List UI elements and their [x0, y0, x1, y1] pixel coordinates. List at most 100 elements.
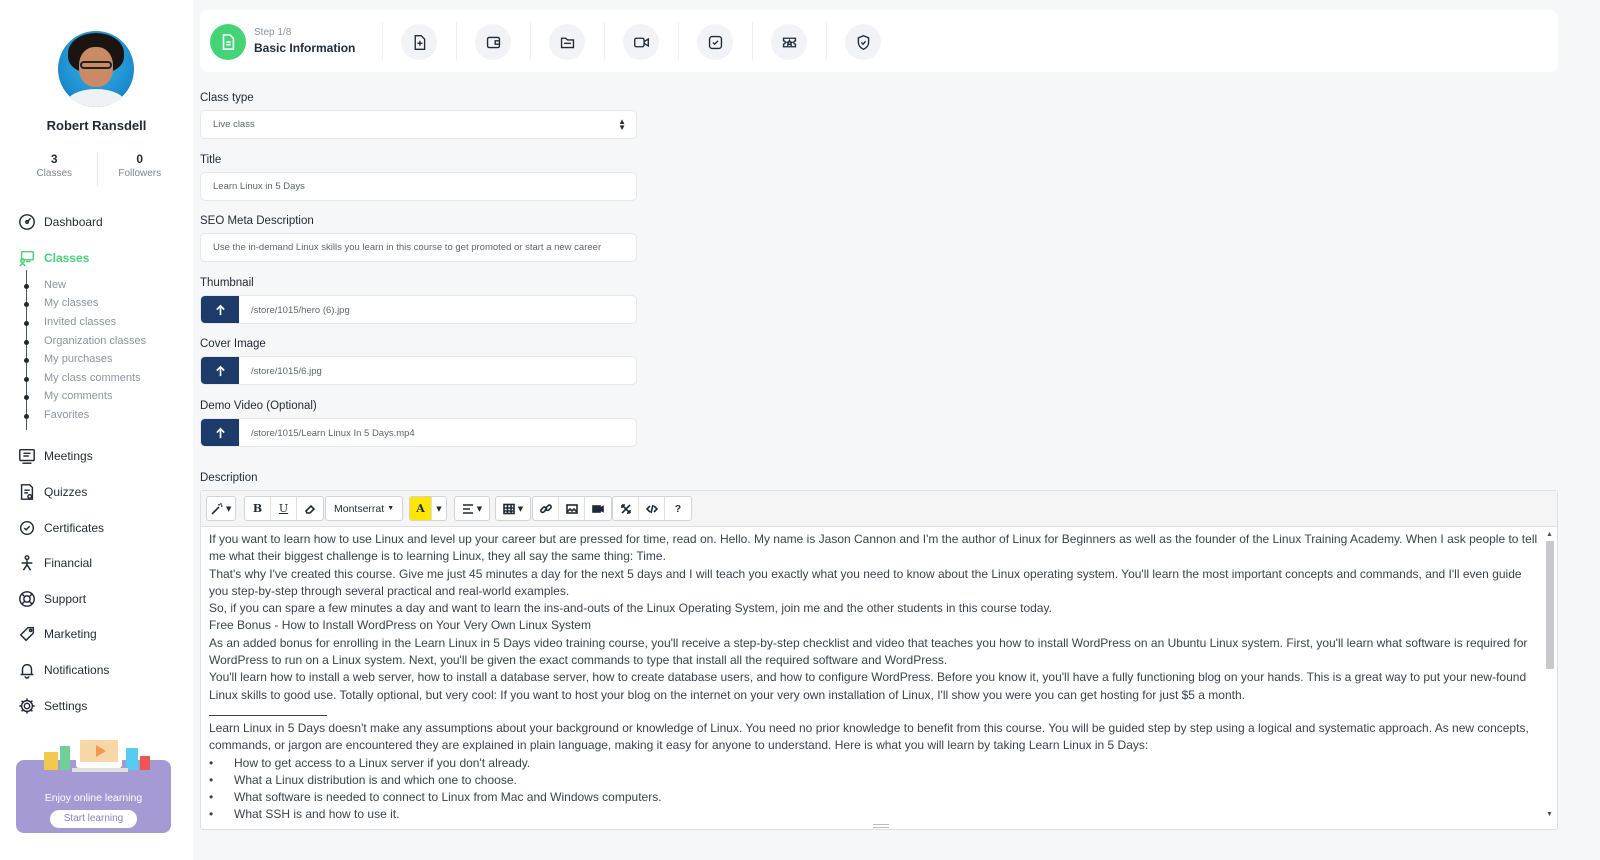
- certificates-icon: [19, 520, 35, 536]
- title-input[interactable]: Learn Linux in 5 Days: [200, 172, 637, 201]
- step-5[interactable]: [623, 24, 659, 60]
- subnav-item-my-purchases[interactable]: My purchases: [44, 353, 112, 369]
- demo-video-input[interactable]: /store/1015/Learn Linux In 5 Days.mp4: [200, 418, 637, 447]
- learning-illustration: [44, 736, 150, 772]
- cover-value: /store/1015/6.jpg: [251, 366, 322, 377]
- video-button[interactable]: [585, 497, 611, 520]
- underline-button[interactable]: U: [271, 497, 297, 520]
- scroll-thumb[interactable]: [1546, 541, 1554, 669]
- sidebar-item-financial[interactable]: Financial: [18, 552, 92, 574]
- meetings-icon: [19, 448, 35, 464]
- sidebar-item-label: Certificates: [44, 521, 105, 535]
- description-paragraph: Learn Linux in 5 Days doesn't make any a…: [209, 720, 1529, 753]
- magic-style-button[interactable]: ▼: [207, 497, 235, 520]
- sidebar-item-label: Settings: [44, 699, 88, 713]
- table-button[interactable]: ▼: [496, 497, 530, 520]
- sidebar-item-classes[interactable]: Classes: [18, 247, 89, 269]
- subnav-item-my-comments[interactable]: My comments: [44, 390, 112, 406]
- sidebar-item-settings[interactable]: Settings: [18, 695, 87, 717]
- thumbnail-label: Thumbnail: [200, 277, 254, 289]
- document-icon: [222, 33, 235, 51]
- subnav-item-organization-classes[interactable]: Organization classes: [44, 335, 146, 351]
- classes-count: 3: [50, 152, 58, 166]
- sidebar-item-label: Classes: [44, 251, 90, 265]
- arrow-up-icon: [215, 365, 225, 377]
- sidebar-item-marketing[interactable]: Marketing: [18, 623, 97, 645]
- step-8[interactable]: [845, 24, 881, 60]
- sidebar-item-label: Support: [44, 592, 87, 606]
- step-counter: Step 1/8: [254, 27, 292, 38]
- description-bullet: • What SSH is and how to use it.: [209, 806, 1539, 821]
- seo-value: Use the in-demand Linux skills you learn…: [213, 242, 602, 253]
- description-bullet: • What software is needed to connect to L…: [209, 789, 1539, 806]
- bullet-marker: •: [209, 807, 214, 821]
- step-4[interactable]: [549, 24, 585, 60]
- classes-stat: 3 Classes: [12, 152, 97, 186]
- bullet-text: What software is needed to connect to Li…: [234, 790, 662, 805]
- sidebar-item-quizzes[interactable]: Quizzes: [18, 481, 87, 503]
- description-bullet: • How to get access to a Linux server if …: [209, 755, 1539, 772]
- sidebar-item-certificates[interactable]: Certificates: [18, 517, 104, 539]
- step-basic-information[interactable]: [210, 24, 246, 60]
- step-7[interactable]: [771, 24, 807, 60]
- thumbnail-value: /store/1015/hero (6).jpg: [251, 305, 350, 316]
- thumbnail-upload-button[interactable]: [201, 296, 239, 323]
- video-value: /store/1015/Learn Linux In 5 Days.mp4: [251, 428, 415, 439]
- marketing-icon: [19, 626, 35, 642]
- step-2[interactable]: [401, 24, 437, 60]
- step-3[interactable]: [475, 24, 511, 60]
- class-type-select[interactable]: Live class ▲ ▼: [200, 110, 637, 139]
- step-6[interactable]: [697, 24, 733, 60]
- sidebar-item-label: Notifications: [44, 663, 110, 677]
- sidebar-item-dashboard[interactable]: Dashboard: [18, 211, 103, 233]
- support-icon: [19, 591, 35, 607]
- bell-icon: [19, 663, 35, 679]
- editor-resize-handle[interactable]: [873, 824, 889, 828]
- clear-format-button[interactable]: [297, 497, 323, 520]
- cover-image-input[interactable]: /store/1015/6.jpg: [200, 356, 637, 385]
- sidebar-item-label: Meetings: [44, 449, 93, 463]
- sidebar-item-support[interactable]: Support: [18, 588, 86, 610]
- link-button[interactable]: [533, 497, 559, 520]
- scroll-down-icon[interactable]: ▼: [1546, 811, 1553, 818]
- font-family-select[interactable]: Montserrat ▼: [326, 497, 402, 520]
- sidebar-item-meetings[interactable]: Meetings: [18, 445, 93, 467]
- title-value: Learn Linux in 5 Days: [213, 181, 305, 192]
- font-family-value: Montserrat: [334, 502, 385, 515]
- cover-upload-button[interactable]: [201, 357, 239, 384]
- table-icon: [502, 503, 515, 514]
- seo-description-input[interactable]: Use the in-demand Linux skills you learn…: [200, 233, 637, 262]
- subnav-item-favorites[interactable]: Favorites: [44, 409, 89, 425]
- dashboard-icon: [19, 214, 35, 230]
- subnav-item-my-classes[interactable]: My classes: [44, 297, 98, 313]
- avatar[interactable]: [58, 31, 134, 107]
- help-button[interactable]: ?: [665, 497, 691, 520]
- horizontal-rule: [209, 704, 327, 716]
- code-icon: [645, 504, 658, 513]
- editor-content[interactable]: If you want to learn how to use Linux an…: [209, 531, 1539, 821]
- wallet-icon: [486, 36, 500, 48]
- subnav-item-invited-classes[interactable]: Invited classes: [44, 316, 116, 332]
- subnav-item-new[interactable]: New: [44, 279, 66, 295]
- video-icon: [592, 504, 604, 513]
- bold-button[interactable]: B: [245, 497, 271, 520]
- start-learning-button[interactable]: Start learning: [50, 810, 137, 828]
- text-color-dropdown[interactable]: ▼: [432, 497, 446, 520]
- fullscreen-button[interactable]: [613, 497, 639, 520]
- sidebar-item-notifications[interactable]: Notifications: [18, 659, 109, 681]
- bullet-text: How to get access to a Linux server if y…: [234, 755, 531, 770]
- video-upload-button[interactable]: [201, 419, 239, 446]
- thumbnail-input[interactable]: /store/1015/hero (6).jpg: [200, 295, 637, 324]
- image-button[interactable]: [559, 497, 585, 520]
- editor-scrollbar[interactable]: ▲ ▼: [1545, 531, 1555, 819]
- description-paragraph: If you want to learn how to use Linux an…: [209, 532, 1538, 564]
- sidebar-item-label: Financial: [44, 556, 93, 570]
- scroll-up-icon[interactable]: ▲: [1546, 531, 1553, 538]
- description-editor[interactable]: ▼ B U Montserrat ▼ A ▼ ▼ ▼ ? If you want…: [200, 490, 1558, 830]
- paragraph-align-button[interactable]: ▼: [455, 497, 489, 520]
- subnav-item-my-class-comments[interactable]: My class comments: [44, 372, 141, 388]
- magic-wand-icon: [211, 502, 223, 515]
- text-color-button[interactable]: A: [410, 497, 432, 520]
- code-view-button[interactable]: [639, 497, 665, 520]
- step-bar: Step 1/8 Basic Information: [200, 10, 1558, 72]
